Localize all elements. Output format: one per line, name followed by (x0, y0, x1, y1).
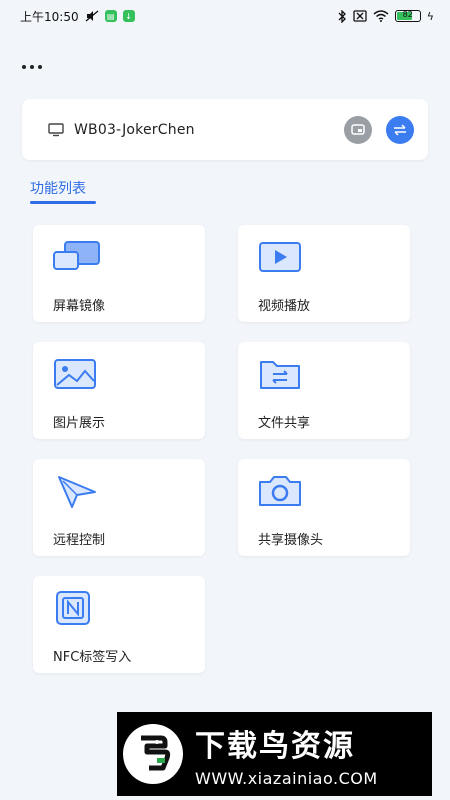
cast-button[interactable] (344, 115, 372, 144)
feature-screen-mirror[interactable]: 屏幕镜像 (33, 225, 205, 322)
feature-label: 远程控制 (53, 533, 106, 548)
feature-label: 视频播放 (258, 299, 311, 314)
remote-cursor-icon (58, 476, 96, 508)
status-bar: 上午10:50 ▤ ↓ 82 ϟ (0, 0, 450, 32)
video-play-icon (259, 242, 301, 272)
battery-level: 82 (402, 10, 413, 19)
download-icon: ↓ (122, 10, 135, 22)
tab-indicator (30, 201, 96, 204)
feature-image-display[interactable]: 图片展示 (33, 342, 205, 439)
watermark-text: 下载鸟资源 WWW.xiazainiao.COM (195, 721, 378, 788)
bird-logo-icon (123, 724, 183, 784)
status-left: 上午10:50 ▤ ↓ (20, 8, 135, 25)
wifi-icon (373, 10, 389, 22)
feature-file-share[interactable]: 文件共享 (238, 342, 410, 439)
cast-icon (351, 123, 365, 135)
watermark-title: 下载鸟资源 (195, 728, 355, 764)
bluetooth-icon (338, 9, 346, 23)
folder-share-icon (260, 361, 300, 389)
device-card[interactable]: WB03-JokerChen (22, 99, 428, 160)
status-right: 82 ϟ (337, 9, 434, 23)
feature-video-play[interactable]: 视频播放 (238, 225, 410, 322)
feature-shared-camera[interactable]: 共享摄像头 (238, 459, 410, 556)
feature-label: 文件共享 (258, 416, 311, 431)
feature-nfc-write[interactable]: NFC标签写入 (33, 576, 205, 673)
notification-app-icon: ▤ (104, 10, 117, 22)
feature-list-title: 功能列表 (30, 181, 86, 197)
device-name: WB03-JokerChen (74, 121, 195, 138)
image-icon (54, 359, 96, 389)
charging-icon: ϟ (426, 9, 434, 23)
monitor-icon (48, 122, 64, 136)
battery-icon: 82 (394, 10, 421, 22)
swap-arrows-icon (394, 123, 406, 136)
more-options-button[interactable] (22, 60, 46, 74)
screen-mirror-icon (53, 241, 100, 270)
status-time: 上午10:50 (20, 9, 79, 24)
mute-icon (85, 10, 99, 22)
device-actions (344, 115, 414, 144)
feature-label: 屏幕镜像 (53, 299, 106, 314)
feature-label: 共享摄像头 (258, 533, 324, 548)
camera-icon (259, 476, 301, 506)
feature-label: NFC标签写入 (53, 650, 132, 665)
watermark-banner: 下载鸟资源 WWW.xiazainiao.COM (117, 712, 432, 796)
feature-remote-control[interactable]: 远程控制 (33, 459, 205, 556)
switch-device-button[interactable] (386, 115, 414, 144)
no-sim-icon (353, 10, 367, 22)
watermark-url: WWW.xiazainiao.COM (195, 768, 378, 788)
feature-label: 图片展示 (53, 416, 106, 431)
nfc-icon (56, 591, 90, 625)
